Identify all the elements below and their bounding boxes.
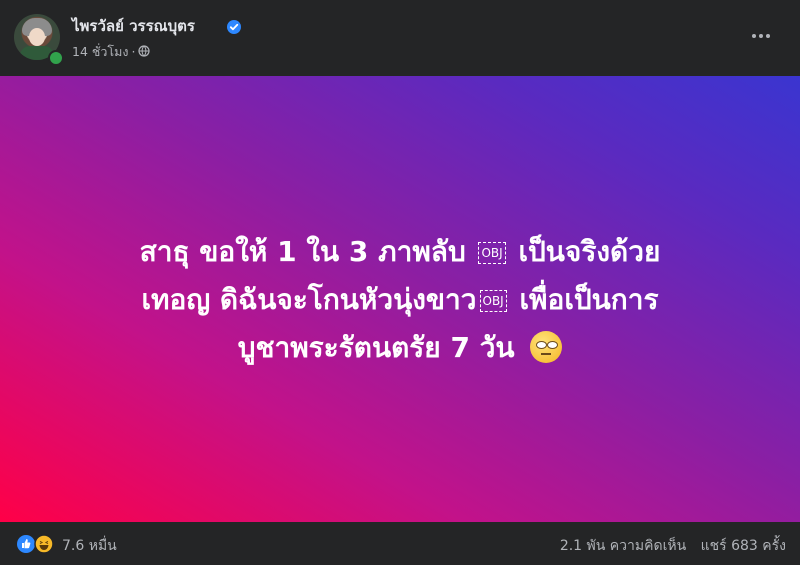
reaction-count[interactable]: 7.6 หมื่น — [62, 535, 117, 557]
meta-separator: · — [131, 44, 136, 59]
post-timestamp[interactable]: 14 ชั่วโมง — [72, 44, 128, 59]
emoji-mouth — [541, 353, 552, 355]
post-header: ไพรวัลย์ วรรณบุตร 14 ชั่วโมง · — [0, 0, 800, 76]
post-line-2a: เทอญ ดิฉันจะโกนหัวนุ่งขาว — [141, 283, 477, 316]
post-line-3: บูชาพระรัตนตรัย 7 วัน — [40, 324, 760, 372]
post-stats: 2.1 พัน ความคิดเห็น แชร์ 683 ครั้ง — [550, 535, 786, 557]
post-line-3a: บูชาพระรัตนตรัย 7 วัน — [237, 331, 515, 364]
object-placeholder-glyph: OBJ — [479, 290, 507, 312]
globe-icon[interactable] — [138, 45, 151, 57]
post-footer: 7.6 หมื่น 2.1 พัน ความคิดเห็น แชร์ 683 ค… — [0, 522, 800, 565]
more-options-icon[interactable] — [748, 26, 774, 46]
author-name[interactable]: ไพรวัลย์ วรรณบุตร — [72, 14, 195, 38]
share-count[interactable]: แชร์ 683 ครั้ง — [701, 538, 786, 554]
emoji-eye-right — [547, 341, 559, 349]
post-line-1a: สาธุ ขอให้ 1 ใน 3 ภาพลับ — [139, 235, 466, 268]
post-line-1: สาธุ ขอให้ 1 ใน 3 ภาพลับ OBJ เป็นจริงด้ว… — [40, 228, 760, 276]
post-text: สาธุ ขอให้ 1 ใน 3 ภาพลับ OBJ เป็นจริงด้ว… — [40, 228, 760, 372]
haha-reaction-icon — [34, 534, 54, 554]
emoji-eye-left — [536, 341, 548, 349]
rolling-eyes-emoji-icon — [530, 331, 563, 363]
post-line-2: เทอญ ดิฉันจะโกนหัวนุ่งขาว OBJ เพื่อเป็นกา… — [40, 276, 760, 324]
verified-badge-icon — [227, 20, 241, 34]
comment-count[interactable]: 2.1 พัน ความคิดเห็น — [560, 538, 686, 554]
post-meta: 14 ชั่วโมง · — [72, 42, 151, 62]
post-content-background: สาธุ ขอให้ 1 ใน 3 ภาพลับ OBJ เป็นจริงด้ว… — [0, 76, 800, 522]
reaction-icons[interactable] — [16, 534, 58, 554]
like-reaction-icon — [17, 535, 35, 553]
online-status-dot — [48, 50, 64, 66]
avatar-face — [29, 28, 45, 46]
object-placeholder-glyph: OBJ — [478, 242, 506, 264]
post-line-2b: เพื่อเป็นการ — [519, 283, 659, 316]
post-line-1b: เป็นจริงด้วย — [518, 235, 661, 268]
